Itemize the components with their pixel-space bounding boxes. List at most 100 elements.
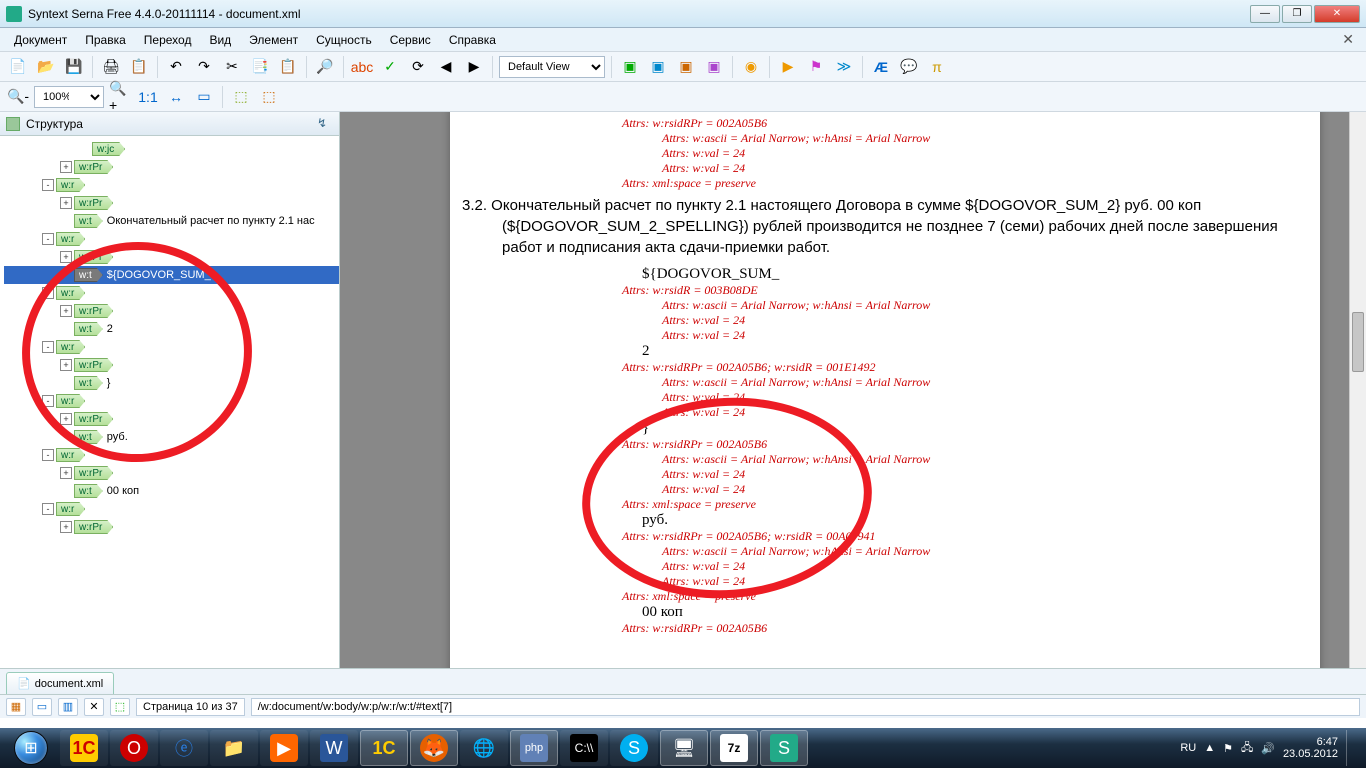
taskbar-app-putty[interactable]: 🖥 [660,730,708,766]
tree-expander[interactable]: - [42,503,54,515]
taskbar-app-explorer[interactable]: 📁 [210,730,258,766]
tree-expander[interactable]: - [42,341,54,353]
taskbar-app-7z[interactable]: 7z [710,730,758,766]
zoom-page-button[interactable]: ▭ [192,85,216,109]
tray-volume-icon[interactable]: 🔊 [1261,742,1275,755]
tool-btn-1[interactable]: ▣ [618,55,642,79]
taskbar-app-cmd[interactable]: C:\\ [560,730,608,766]
taskbar-app-word[interactable]: W [310,730,358,766]
menu-help[interactable]: Справка [441,30,504,50]
tray-clock[interactable]: 6:47 23.05.2012 [1283,736,1338,760]
new-button[interactable]: 📄 [6,55,30,79]
cut-button[interactable]: ✂ [220,55,244,79]
open-button[interactable]: 📂 [34,55,58,79]
tool-btn-3[interactable]: ▣ [674,55,698,79]
tree-row[interactable]: +w:rPr [4,158,339,176]
system-tray[interactable]: RU ▲ ⚑ 🖧 🔊 6:47 23.05.2012 [1180,730,1362,766]
tree-expander[interactable]: + [60,161,72,173]
panel-refresh-icon[interactable]: ↯ [317,116,333,132]
tree-row[interactable]: +w:rPr [4,302,339,320]
tree-row[interactable]: -w:r [4,392,339,410]
menu-element[interactable]: Элемент [241,30,306,50]
file-tab[interactable]: 📄 document.xml [6,672,114,694]
tree-row[interactable]: +w:rPr [4,518,339,536]
comment-button[interactable]: 💬 [897,55,921,79]
menu-goto[interactable]: Переход [136,30,200,50]
tree-view[interactable]: w:jc+w:rPr-w:r+w:rPrw:tОкончательный рас… [0,136,339,668]
tree-row[interactable]: +w:rPr [4,194,339,212]
print-preview-button[interactable]: 📋 [127,55,151,79]
tree-expander[interactable]: - [42,449,54,461]
tree-row[interactable]: +w:rPr [4,410,339,428]
taskbar-app-ie[interactable]: ⓔ [160,730,208,766]
tree-row[interactable]: w:tОкончательный расчет по пункту 2.1 на… [4,212,339,230]
undo-button[interactable]: ↶ [164,55,188,79]
tree-expander[interactable]: - [42,179,54,191]
tree-row[interactable]: +w:rPr [4,248,339,266]
tree-expander[interactable]: + [60,197,72,209]
save-button[interactable]: 💾 [62,55,86,79]
taskbar-app-chrome[interactable]: 🌐 [460,730,508,766]
tray-up-icon[interactable]: ▲ [1204,742,1215,754]
zoom-fit-button[interactable]: 1:1 [136,85,160,109]
plugin-btn-1[interactable]: ⬚ [229,85,253,109]
play-button[interactable]: ▶ [776,55,800,79]
maximize-button[interactable]: ❐ [1282,5,1312,23]
refresh-button[interactable]: ⟳ [406,55,430,79]
zoom-in-button[interactable]: 🔍+ [108,85,132,109]
menu-close-icon[interactable]: ✕ [1336,31,1360,48]
status-btn-4[interactable]: ✕ [84,698,104,716]
menu-document[interactable]: Документ [6,30,75,50]
find-button[interactable]: 🔎 [313,55,337,79]
vertical-scrollbar[interactable] [1349,112,1366,668]
view-select[interactable]: Default View [499,56,605,78]
close-button[interactable]: ✕ [1314,5,1360,23]
tray-lang[interactable]: RU [1180,742,1196,754]
tree-row[interactable]: -w:r [4,176,339,194]
menu-service[interactable]: Сервис [382,30,439,50]
tool-btn-2[interactable]: ▣ [646,55,670,79]
spellcheck-button[interactable]: abc [350,55,374,79]
status-btn-2[interactable]: ▭ [32,698,52,716]
tree-row[interactable]: w:t${DOGOVOR_SUM_ [4,266,339,284]
tree-expander[interactable]: + [60,359,72,371]
menu-entity[interactable]: Сущность [308,30,380,50]
tree-row[interactable]: +w:rPr [4,464,339,482]
tool-btn-4[interactable]: ▣ [702,55,726,79]
taskbar-app-firefox[interactable]: 🦊 [410,730,458,766]
tool-btn-5[interactable]: ◉ [739,55,763,79]
flag-button[interactable]: ⚑ [804,55,828,79]
taskbar-app-1c[interactable]: 1C [60,730,108,766]
zoom-out-button[interactable]: 🔍- [6,85,30,109]
tree-expander[interactable]: + [60,251,72,263]
taskbar-app-opera[interactable]: O [110,730,158,766]
tray-network-icon[interactable]: 🖧 [1241,739,1253,758]
taskbar-app-skype[interactable]: S [610,730,658,766]
tree-expander[interactable]: + [60,413,72,425]
back-button[interactable]: ◀ [434,55,458,79]
zoom-width-button[interactable]: ↔ [164,85,188,109]
status-btn-5[interactable]: ⬚ [110,698,130,716]
tree-row[interactable]: w:tруб. [4,428,339,446]
menu-edit[interactable]: Правка [77,30,134,50]
start-button[interactable] [4,728,58,768]
tree-row[interactable]: -w:r [4,446,339,464]
tree-expander[interactable]: - [42,395,54,407]
tree-row[interactable]: w:t2 [4,320,339,338]
paste-button[interactable]: 📋 [276,55,300,79]
tree-row[interactable]: -w:r [4,500,339,518]
taskbar-app-media[interactable]: ▶ [260,730,308,766]
ae-button[interactable]: Æ [869,55,893,79]
redo-button[interactable]: ↷ [192,55,216,79]
tree-expander[interactable]: + [60,305,72,317]
tree-expander[interactable]: + [60,467,72,479]
tree-expander[interactable]: - [42,287,54,299]
forward-button[interactable]: ▶ [462,55,486,79]
tree-row[interactable]: -w:r [4,338,339,356]
tree-row[interactable]: w:jc [4,140,339,158]
taskbar-app-1c-2[interactable]: 1C [360,730,408,766]
copy-button[interactable]: 📑 [248,55,272,79]
minimize-button[interactable]: — [1250,5,1280,23]
zoom-select[interactable]: 100% [34,86,104,108]
document-area[interactable]: Attrs: w:rsidRPr = 002A05B6 Attrs: w:asc… [340,112,1366,668]
